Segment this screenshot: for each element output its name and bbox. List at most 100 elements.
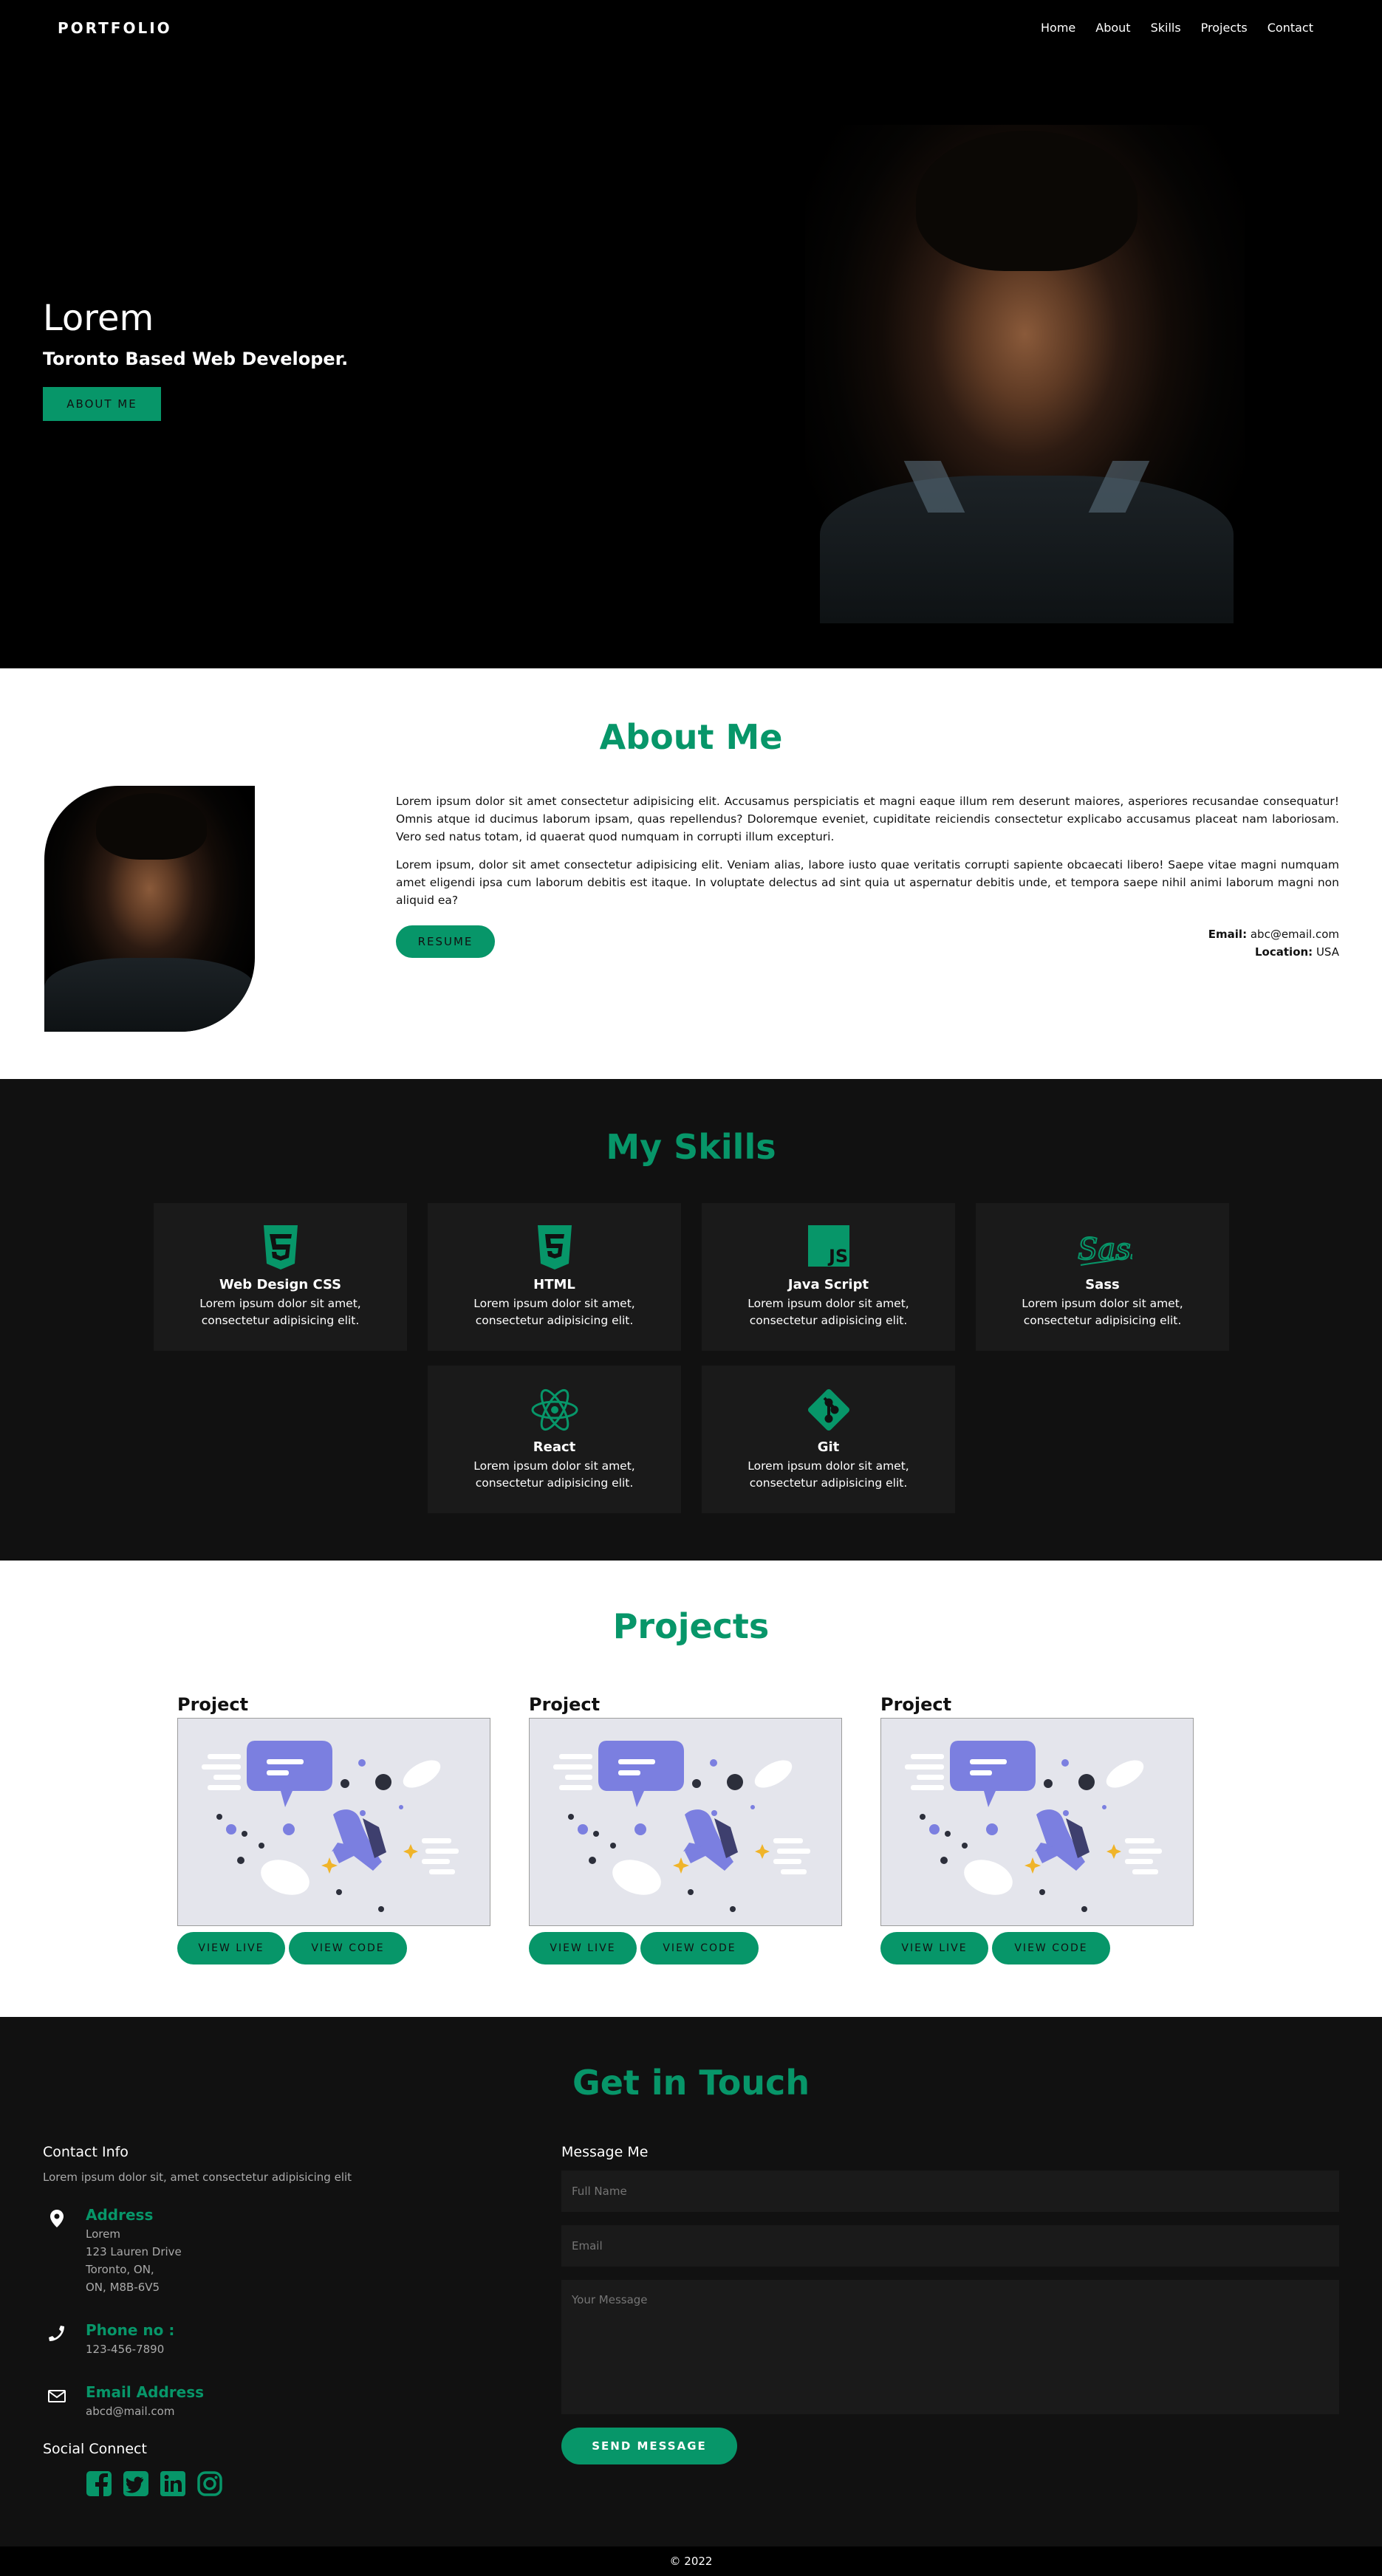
hero-tagline: Toronto Based Web Developer. (43, 348, 349, 369)
skill-name: Sass (1085, 1277, 1120, 1292)
nav-link-skills[interactable]: Skills (1151, 21, 1181, 35)
facebook-icon[interactable] (86, 2470, 112, 2500)
skill-card-javascript: JS Java Script Lorem ipsum dolor sit ame… (702, 1203, 955, 1351)
send-message-button[interactable]: Send Message (561, 2428, 737, 2464)
skill-name: Java Script (787, 1277, 869, 1292)
site-logo[interactable]: PORTFOLIO (58, 19, 172, 37)
svg-text:JS: JS (827, 1246, 848, 1267)
view-live-button[interactable]: VIEW LIVE (529, 1932, 637, 1964)
copyright: © 2022 (669, 2555, 713, 2568)
social-connect: Social Connect (43, 2441, 486, 2500)
about-paragraph-2: Lorem ipsum, dolor sit amet consectetur … (396, 858, 1339, 907)
email-heading: Email Address (86, 2383, 205, 2401)
hero-section: Lorem Toronto Based Web Developer. ABOUT… (0, 55, 1382, 668)
nav-link-about[interactable]: About (1095, 21, 1130, 35)
projects-section: Projects Project VIEW LIVE VIEW CODE Pro… (0, 1561, 1382, 2017)
skill-name: React (533, 1439, 576, 1455)
about-me-button[interactable]: ABOUT ME (43, 386, 161, 421)
address-block: Address Lorem 123 Lauren Drive Toronto, … (43, 2206, 486, 2296)
view-live-button[interactable]: VIEW LIVE (177, 1932, 285, 1964)
hero-portrait (805, 125, 1245, 623)
project-illustration[interactable] (177, 1718, 490, 1926)
contact-title: Get in Touch (572, 2063, 810, 2103)
email-value: abcd@mail.com (86, 2405, 175, 2418)
view-code-button[interactable]: VIEW CODE (640, 1932, 759, 1964)
phone-value: 123-456-7890 (86, 2343, 165, 2356)
contact-info-title: Contact Info (43, 2144, 129, 2160)
skills-title: My Skills (606, 1127, 776, 1167)
nav-link-projects[interactable]: Projects (1201, 21, 1248, 35)
project-illustration[interactable] (529, 1718, 842, 1926)
email-input[interactable] (561, 2225, 1339, 2267)
footer: © 2022 (0, 2546, 1382, 2576)
address-line: ON, M8B-6V5 (86, 2281, 160, 2294)
about-contact-details: Email: abc@email.com Location: USA (1208, 925, 1339, 961)
skill-card-sass: Sass Sass Lorem ipsum dolor sit amet, co… (976, 1203, 1229, 1351)
skill-desc: Lorem ipsum dolor sit amet, consectetur … (473, 1297, 635, 1327)
phone-heading: Phone no : (86, 2321, 175, 2339)
react-icon (428, 1388, 681, 1432)
email-block: Email Address abcd@mail.com (43, 2383, 486, 2420)
project-card: Project VIEW LIVE VIEW CODE (529, 1694, 842, 1964)
contact-info-subtitle: Lorem ipsum dolor sit, amet consectetur … (43, 2171, 352, 2184)
js-icon: JS (702, 1225, 955, 1270)
nav-link-contact[interactable]: Contact (1268, 21, 1313, 35)
hero-name: Lorem (43, 298, 154, 339)
skill-card-css: Web Design CSS Lorem ipsum dolor sit ame… (154, 1203, 407, 1351)
email-label: Email: (1208, 928, 1248, 941)
contact-info: Contact Info Lorem ipsum dolor sit, amet… (43, 2144, 486, 2500)
address-line: Toronto, ON, (86, 2263, 154, 2276)
resume-button[interactable]: RESUME (396, 925, 495, 958)
project-name: Project (177, 1694, 249, 1715)
html5-icon (428, 1225, 681, 1270)
skill-card-html: HTML Lorem ipsum dolor sit amet, consect… (428, 1203, 681, 1351)
hero-text: Lorem Toronto Based Web Developer. ABOUT… (43, 299, 348, 421)
skill-name: Git (817, 1439, 840, 1455)
twitter-icon[interactable] (123, 2470, 149, 2500)
project-name: Project (529, 1694, 601, 1715)
about-title: About Me (599, 717, 783, 757)
address-heading: Address (86, 2206, 154, 2224)
contact-section: Get in Touch Contact Info Lorem ipsum do… (0, 2017, 1382, 2546)
project-name: Project (880, 1694, 952, 1715)
view-code-button[interactable]: VIEW CODE (992, 1932, 1110, 1964)
location-value: USA (1316, 945, 1339, 959)
skill-desc: Lorem ipsum dolor sit amet, consectetur … (748, 1297, 909, 1327)
about-section: About Me Lorem ipsum dolor sit amet cons… (0, 668, 1382, 1079)
about-paragraph-1: Lorem ipsum dolor sit amet consectetur a… (396, 795, 1339, 843)
skill-card-react: React Lorem ipsum dolor sit amet, consec… (428, 1366, 681, 1513)
skill-desc: Lorem ipsum dolor sit amet, consectetur … (748, 1459, 909, 1490)
phone-icon (47, 2324, 66, 2343)
linkedin-icon[interactable] (160, 2470, 186, 2500)
about-portrait (44, 786, 255, 1032)
skill-card-git: Git Lorem ipsum dolor sit amet, consecte… (702, 1366, 955, 1513)
message-textarea[interactable] (561, 2280, 1339, 2414)
address-line: Lorem (86, 2227, 120, 2241)
skill-name: Web Design CSS (219, 1277, 342, 1292)
social-title: Social Connect (43, 2441, 147, 2457)
view-code-button[interactable]: VIEW CODE (289, 1932, 407, 1964)
sass-icon: Sass (976, 1225, 1229, 1270)
project-illustration[interactable] (880, 1718, 1194, 1926)
about-text: Lorem ipsum dolor sit amet consectetur a… (396, 792, 1339, 909)
view-live-button[interactable]: VIEW LIVE (880, 1932, 988, 1964)
message-title: Message Me (561, 2144, 649, 2160)
skill-name: HTML (533, 1277, 575, 1292)
project-card: Project VIEW LIVE VIEW CODE (177, 1694, 490, 1964)
css3-icon (154, 1225, 407, 1270)
message-form: Message Me Send Message (561, 2144, 1339, 2464)
email-value: abc@email.com (1250, 928, 1339, 941)
skill-desc: Lorem ipsum dolor sit amet, consectetur … (1022, 1297, 1183, 1327)
location-label: Location: (1255, 945, 1313, 959)
project-card: Project VIEW LIVE VIEW CODE (880, 1694, 1194, 1964)
address-line: 123 Lauren Drive (86, 2245, 182, 2258)
nav-link-home[interactable]: Home (1041, 21, 1075, 35)
skill-desc: Lorem ipsum dolor sit amet, consectetur … (473, 1459, 635, 1490)
instagram-icon[interactable] (196, 2470, 223, 2500)
git-icon (702, 1388, 955, 1432)
full-name-input[interactable] (561, 2171, 1339, 2212)
envelope-icon (47, 2386, 66, 2405)
nav-links: Home About Skills Projects Contact (1041, 21, 1313, 35)
phone-block: Phone no : 123-456-7890 (43, 2321, 486, 2358)
projects-title: Projects (612, 1606, 770, 1646)
